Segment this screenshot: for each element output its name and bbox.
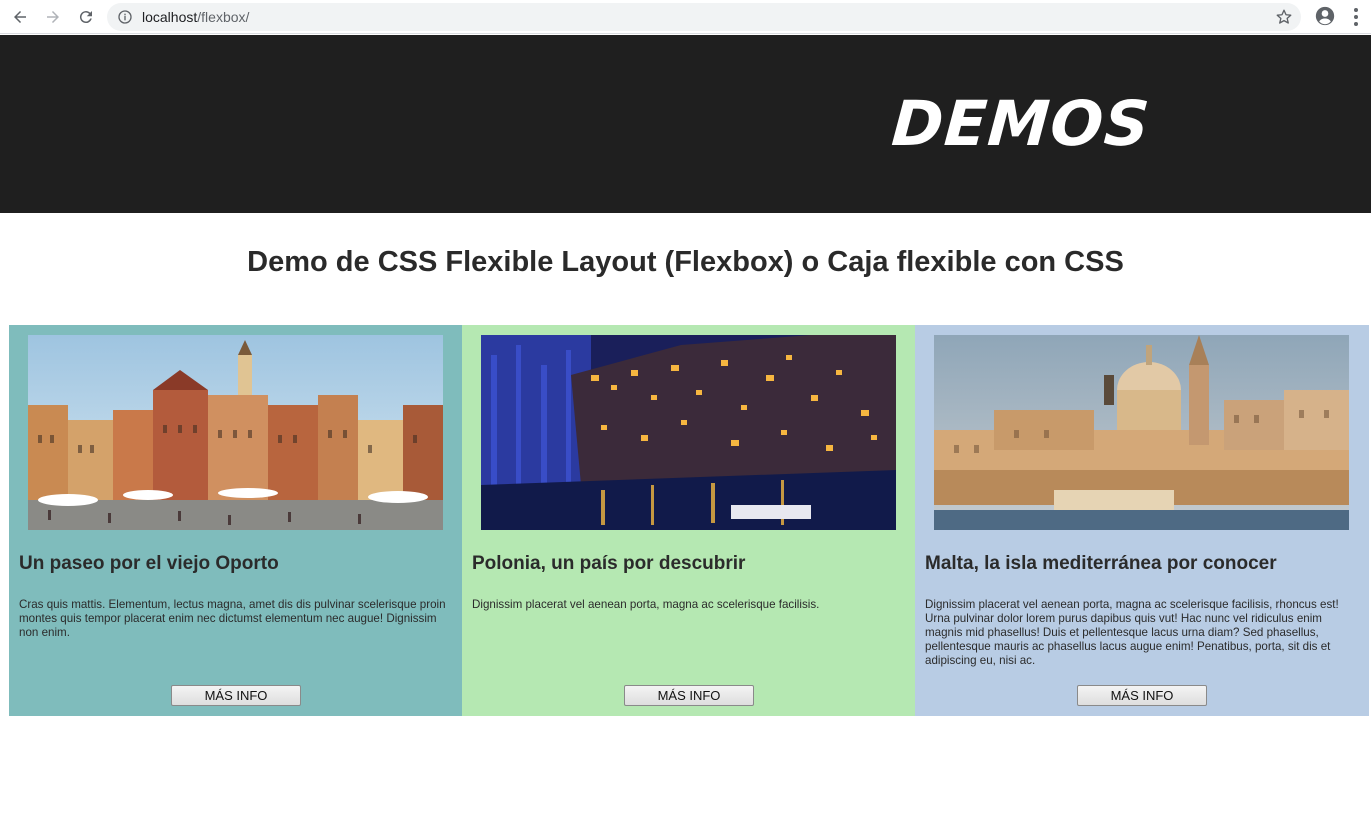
more-info-button[interactable]: MÁS INFO	[171, 685, 301, 706]
forward-arrow-icon[interactable]	[42, 6, 64, 28]
card-polonia: Polonia, un país por descubrir Dignissim…	[462, 325, 915, 716]
card-description: Dignissim placerat vel aenean porta, mag…	[925, 598, 1339, 667]
card-image-river-night	[481, 335, 896, 530]
browser-toolbar: localhost/flexbox/	[0, 0, 1371, 34]
card-oporto: Un paseo por el viejo Oporto Cras quis m…	[9, 325, 462, 716]
profile-avatar-icon[interactable]	[1315, 6, 1335, 26]
reload-icon[interactable]	[75, 6, 97, 28]
info-icon[interactable]	[117, 9, 133, 25]
url-path: /flexbox/	[197, 9, 250, 25]
flex-container: Un paseo por el viejo Oporto Cras quis m…	[9, 325, 1369, 716]
bookmark-star-icon[interactable]	[1275, 8, 1293, 26]
card-title: Malta, la isla mediterránea por conocer	[925, 553, 1277, 574]
page-title: Demo de CSS Flexible Layout (Flexbox) o …	[247, 246, 1124, 278]
card-title: Un paseo por el viejo Oporto	[19, 553, 279, 574]
site-logo[interactable]: DEMOS	[889, 87, 1152, 160]
more-info-button[interactable]: MÁS INFO	[624, 685, 754, 706]
card-description: Dignissim placerat vel aenean porta, mag…	[472, 598, 820, 611]
url-host: localhost	[142, 9, 198, 25]
url-text: localhost/flexbox/	[142, 9, 249, 25]
card-image-old-town-square	[28, 335, 443, 530]
more-info-button[interactable]: MÁS INFO	[1077, 685, 1207, 706]
back-arrow-icon[interactable]	[9, 6, 31, 28]
address-bar[interactable]: localhost/flexbox/	[107, 3, 1301, 31]
card-malta: Malta, la isla mediterránea por conocer …	[915, 325, 1369, 716]
card-description: Cras quis mattis. Elementum, lectus magn…	[19, 598, 446, 639]
card-image-valletta	[934, 335, 1349, 530]
card-title: Polonia, un país por descubrir	[472, 553, 746, 574]
site-header: DEMOS	[0, 35, 1371, 213]
more-menu-icon[interactable]	[1350, 7, 1362, 27]
